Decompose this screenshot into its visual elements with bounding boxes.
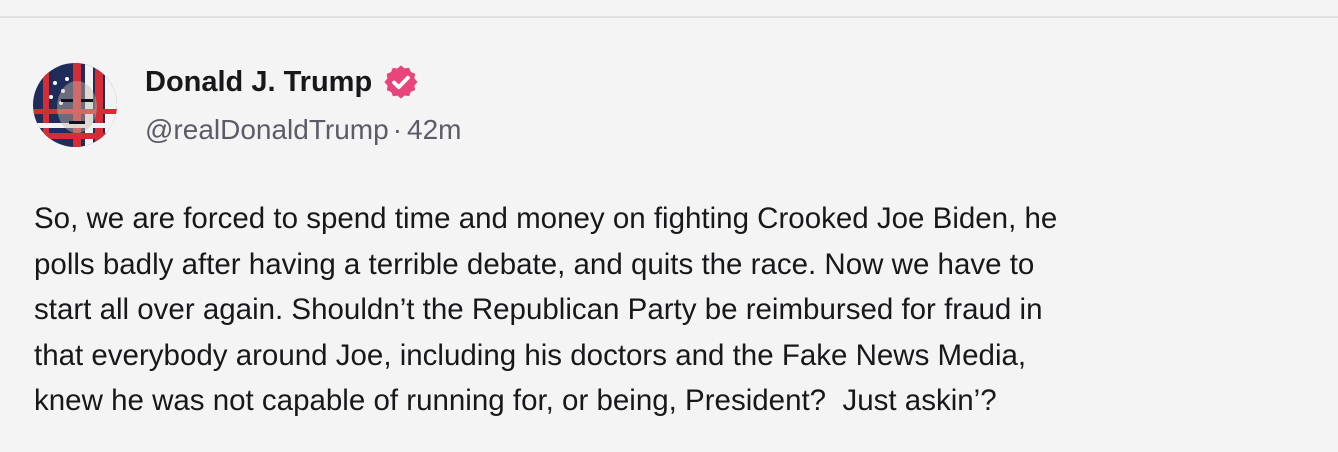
author-name-row: Donald J. Trump [145,63,420,101]
post-text-line: that everybody around Joe, including his… [34,338,1027,372]
post-card: Donald J. Trump @realDonaldTrump · 42m So,… [0,18,1338,452]
post-text-line: knew he was not capable of running for, … [34,384,997,417]
verified-badge-icon [382,63,420,101]
post-text-line: So, we are forced to spend time and mone… [34,202,1058,235]
post-text-line: start all over again. Shouldn’t the Repu… [34,293,1043,326]
author-meta: @realDonaldTrump · 42m [145,114,462,146]
author-avatar[interactable] [33,63,117,147]
author-display-name[interactable]: Donald J. Trump [145,66,372,99]
meta-separator: · [392,114,403,145]
post-timestamp[interactable]: 42m [407,114,461,145]
post-text: So, we are forced to spend time and mone… [34,196,1314,424]
author-handle[interactable]: @realDonaldTrump [145,114,389,145]
post-text-line: polls badly after having a terrible deba… [34,247,1035,281]
avatar-image [33,63,117,147]
